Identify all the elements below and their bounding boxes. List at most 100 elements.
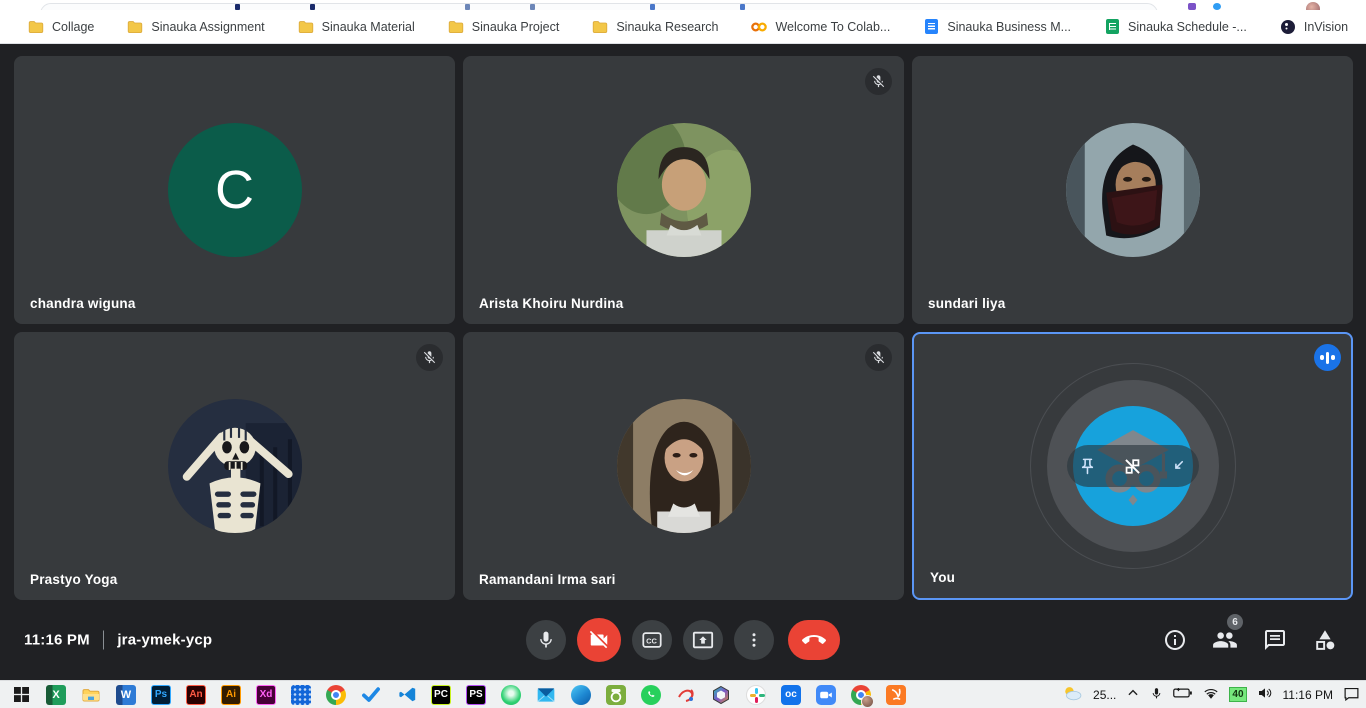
initial-avatar: C xyxy=(168,123,302,257)
action-center-icon[interactable] xyxy=(1343,686,1360,704)
bookmark-label: Sinauka Research xyxy=(616,20,718,34)
tray-chevron-up-icon[interactable] xyxy=(1126,686,1140,703)
participant-tile-prastyo[interactable]: Prastyo Yoga xyxy=(14,332,455,600)
meeting-panels: 6 xyxy=(1162,627,1338,653)
word-icon[interactable]: W xyxy=(116,685,136,705)
tray-speaker-icon[interactable] xyxy=(1257,686,1273,703)
participant-tile-you[interactable]: You xyxy=(912,332,1353,600)
call-controls: CC xyxy=(526,618,840,662)
folder-icon xyxy=(28,19,44,35)
mic-button[interactable] xyxy=(526,620,566,660)
more-options-button[interactable] xyxy=(734,620,774,660)
tray-wifi-icon[interactable] xyxy=(1203,687,1219,703)
participant-name: chandra wiguna xyxy=(30,296,136,311)
bookmark-label: Collage xyxy=(52,20,94,34)
participant-name: You xyxy=(930,570,955,585)
hexagon-app-icon[interactable] xyxy=(711,685,731,705)
google-docs-icon xyxy=(923,19,939,35)
minimize-icon[interactable] xyxy=(1166,454,1190,478)
extension-icon[interactable] xyxy=(1213,3,1221,10)
meeting-info: 11:16 PM jra-ymek-ycp xyxy=(24,631,212,650)
participant-avatar-photo xyxy=(617,123,751,257)
system-tray: 25... 40 11:16 PM xyxy=(1061,684,1362,705)
participants-count-badge: 6 xyxy=(1227,614,1243,630)
mail-icon[interactable] xyxy=(536,685,556,705)
bookmark-sinauka-research[interactable]: Sinauka Research xyxy=(592,19,718,35)
file-explorer-icon[interactable] xyxy=(81,685,101,705)
phpstorm-icon[interactable]: PS xyxy=(466,685,486,705)
video-grid: C chandra wiguna xyxy=(0,44,1366,600)
decoration xyxy=(465,4,470,10)
folder-icon xyxy=(298,19,314,35)
vscode-icon[interactable] xyxy=(396,685,416,705)
oc-app-icon[interactable]: oc xyxy=(781,685,801,705)
excel-icon[interactable]: X xyxy=(46,685,66,705)
bookmark-invision[interactable]: InVision xyxy=(1280,19,1348,35)
chrome-active-icon[interactable] xyxy=(851,685,871,705)
bookmark-sinauka-project[interactable]: Sinauka Project xyxy=(448,19,560,35)
start-button[interactable] xyxy=(8,687,34,702)
svg-text:CC: CC xyxy=(646,636,657,645)
taskbar-apps: X W Ps An Ai Xd PC PS xyxy=(46,685,906,705)
extension-icon[interactable] xyxy=(1188,3,1196,10)
whatsapp-icon[interactable] xyxy=(641,685,661,705)
slack-icon[interactable] xyxy=(746,685,766,705)
camera-app-icon[interactable] xyxy=(606,685,626,705)
bookmark-sinauka-material[interactable]: Sinauka Material xyxy=(298,19,415,35)
participant-name: Ramandani Irma sari xyxy=(479,572,616,587)
activities-button[interactable] xyxy=(1312,627,1338,653)
bookmark-label: InVision xyxy=(1304,20,1348,34)
bookmark-sinauka-business[interactable]: Sinauka Business M... xyxy=(923,19,1071,35)
folder-icon xyxy=(448,19,464,35)
pin-icon[interactable] xyxy=(1076,454,1100,478)
participant-tile-sundari[interactable]: sundari liya xyxy=(912,56,1353,324)
chat-button[interactable] xyxy=(1262,627,1288,653)
tile-off-icon[interactable] xyxy=(1121,454,1145,478)
check-app-icon[interactable] xyxy=(361,685,381,705)
weather-temp[interactable]: 25... xyxy=(1093,688,1116,702)
screen: Collage Sinauka Assignment Sinauka Mater… xyxy=(0,0,1366,708)
meeting-code: jra-ymek-ycp xyxy=(117,632,212,649)
chrome-icon[interactable] xyxy=(326,685,346,705)
participants-button[interactable]: 6 xyxy=(1212,627,1238,653)
decoration xyxy=(310,4,315,10)
illustrator-icon[interactable]: Ai xyxy=(221,685,241,705)
participant-avatar: C xyxy=(168,123,302,257)
participant-tile-chandra[interactable]: C chandra wiguna xyxy=(14,56,455,324)
participant-name: Arista Khoiru Nurdina xyxy=(479,296,623,311)
participant-tile-arista[interactable]: Arista Khoiru Nurdina xyxy=(463,56,904,324)
tray-battery-icon[interactable] xyxy=(1173,686,1193,703)
taskbar-clock[interactable]: 11:16 PM xyxy=(1283,688,1333,702)
red-swirl-app-icon[interactable] xyxy=(676,685,696,705)
camera-off-button[interactable] xyxy=(577,618,621,662)
calendar-app-icon[interactable] xyxy=(291,685,311,705)
address-bar-partial[interactable] xyxy=(40,3,1158,10)
browser-profile-avatar[interactable] xyxy=(1306,2,1320,10)
xampp-icon[interactable] xyxy=(886,685,906,705)
adobe-xd-icon[interactable]: Xd xyxy=(256,685,276,705)
bookmark-colab[interactable]: Welcome To Colab... xyxy=(751,19,890,35)
bookmark-sinauka-schedule[interactable]: Sinauka Schedule -... xyxy=(1104,19,1247,35)
android-studio-icon[interactable] xyxy=(501,685,521,705)
decoration xyxy=(235,4,240,10)
divider xyxy=(103,631,105,650)
participant-tile-ramandani[interactable]: Ramandani Irma sari xyxy=(463,332,904,600)
bookmark-label: Sinauka Schedule -... xyxy=(1128,20,1247,34)
battery-percent-badge[interactable]: 40 xyxy=(1229,687,1246,702)
muted-mic-indicator xyxy=(416,344,443,371)
weather-icon[interactable] xyxy=(1061,684,1083,705)
hang-up-button[interactable] xyxy=(788,620,840,660)
animate-icon[interactable]: An xyxy=(186,685,206,705)
bookmark-label: Sinauka Assignment xyxy=(151,20,264,34)
edge-icon[interactable] xyxy=(571,685,591,705)
meeting-details-button[interactable] xyxy=(1162,627,1188,653)
bookmark-collage[interactable]: Collage xyxy=(28,19,94,35)
tray-mic-icon[interactable] xyxy=(1150,686,1163,704)
pycharm-icon[interactable]: PC xyxy=(431,685,451,705)
photoshop-icon[interactable]: Ps xyxy=(151,685,171,705)
captions-button[interactable]: CC xyxy=(632,620,672,660)
bookmark-sinauka-assignment[interactable]: Sinauka Assignment xyxy=(127,19,264,35)
video-call-app-icon[interactable] xyxy=(816,685,836,705)
present-screen-button[interactable] xyxy=(683,620,723,660)
self-tile-hover-toolbar xyxy=(1067,445,1199,487)
